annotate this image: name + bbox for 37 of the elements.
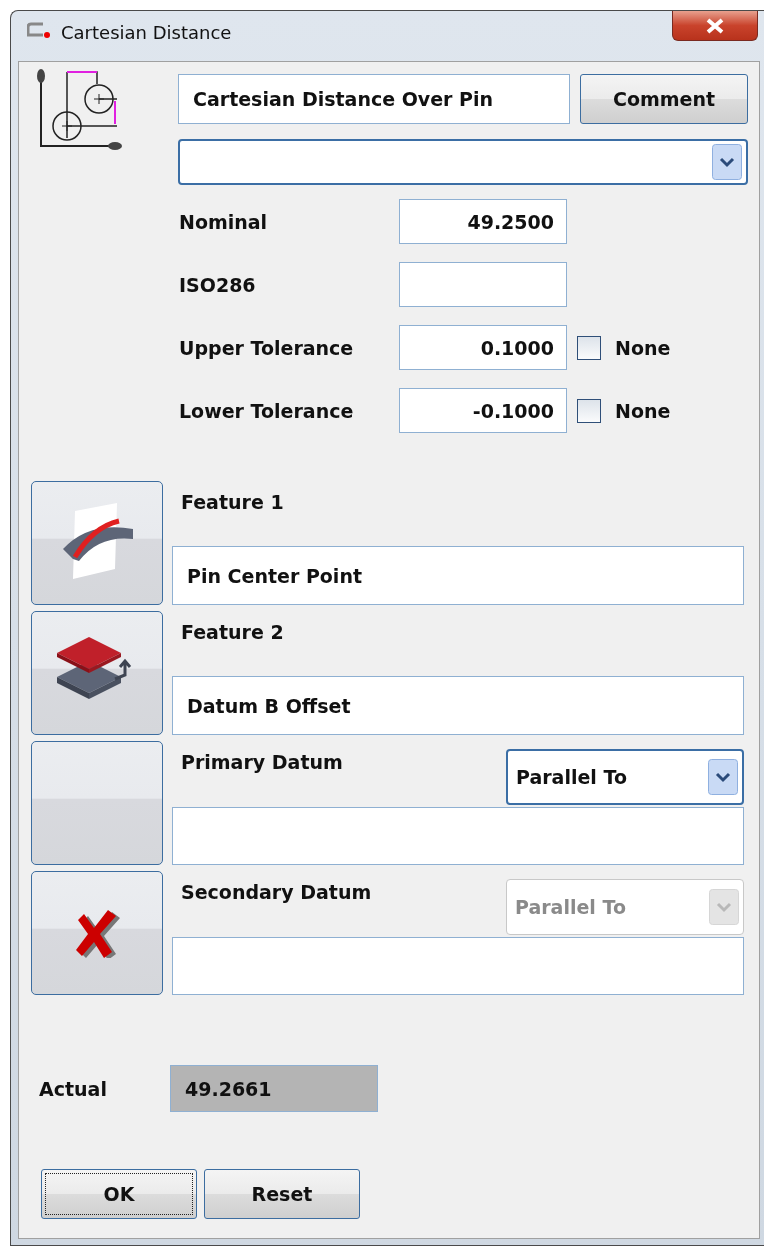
delete-x-icon [74,908,120,958]
actual-value-field: 49.2661 [170,1065,378,1112]
value-field[interactable]: -0.1000 [399,388,567,433]
dialog-button[interactable]: OK [41,1169,197,1219]
field-label: ISO286 [179,273,257,296]
checkbox-label: None [615,336,671,359]
feature-label: Feature 1 [181,490,284,513]
window-title: Cartesian Distance [61,21,232,45]
feature-label: Secondary Datum [181,880,372,903]
dialog-button[interactable]: Reset [204,1169,360,1219]
close-icon [705,17,725,34]
field-label: Lower Tolerance [179,399,355,422]
actual-label: Actual [39,1077,108,1100]
feature-field[interactable] [172,807,744,865]
field-label: Nominal [179,210,269,233]
close-button[interactable] [672,11,758,41]
feature-button[interactable] [31,871,163,995]
feature-field[interactable]: Datum B Offset [172,676,744,735]
relation-dropdown[interactable]: Parallel To [506,749,744,805]
type-dropdown[interactable] [178,139,748,185]
feature-field[interactable] [172,937,744,995]
value-field[interactable] [399,262,567,307]
value-field[interactable]: 0.1000 [399,325,567,370]
feature-button[interactable] [31,611,163,735]
app-icon [27,21,51,39]
checkbox[interactable] [577,335,601,360]
checkbox[interactable] [577,398,601,423]
field-label: Upper Tolerance [179,336,355,359]
feature-label: Feature 2 [181,620,284,643]
name-field[interactable]: Cartesian Distance Over Pin [178,74,570,124]
feature-button[interactable] [31,481,163,605]
value-field[interactable]: 49.2500 [399,199,567,244]
comment-button[interactable]: Comment [580,74,748,124]
feature-label: Primary Datum [181,750,343,773]
feature-field[interactable]: Pin Center Point [172,546,744,605]
feature-button[interactable] [31,741,163,865]
checkbox-label: None [615,399,671,422]
